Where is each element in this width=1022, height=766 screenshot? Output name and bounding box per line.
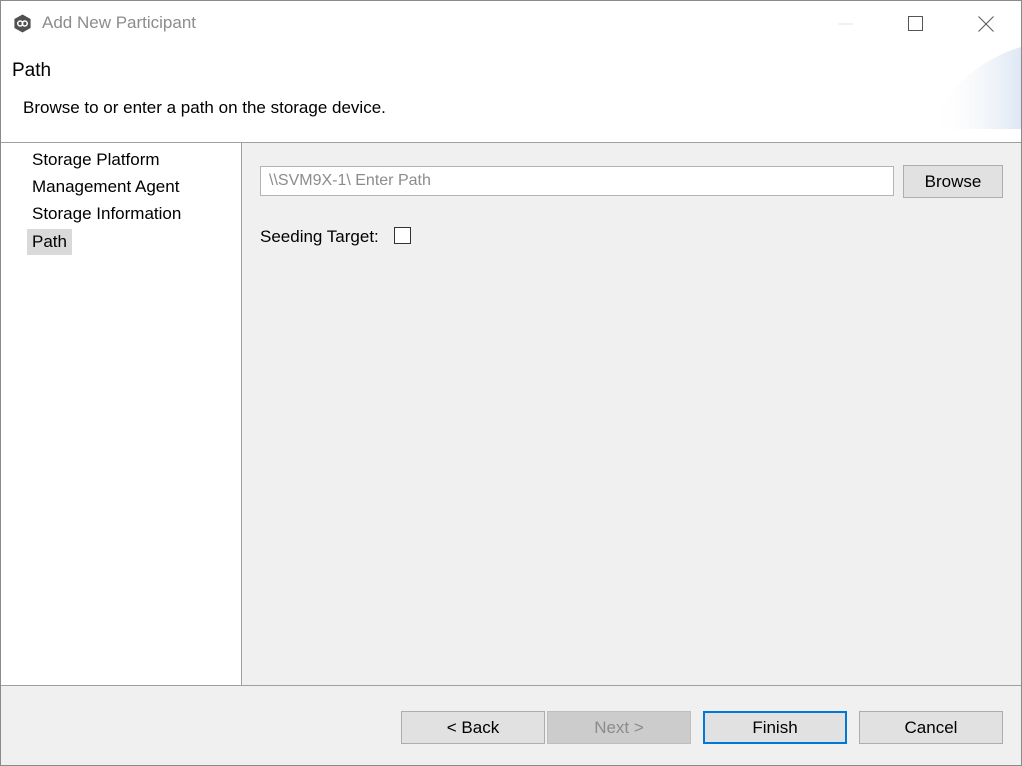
participant-logo-icon xyxy=(14,14,31,33)
close-icon xyxy=(978,16,994,32)
nav-item-storage-information[interactable]: Storage Information xyxy=(27,201,186,227)
finish-button[interactable]: Finish xyxy=(703,711,847,744)
back-button[interactable]: < Back xyxy=(401,711,545,744)
maximize-button[interactable] xyxy=(881,1,951,47)
page-description: Browse to or enter a path on the storage… xyxy=(23,98,386,117)
minimize-button[interactable] xyxy=(811,1,881,47)
cancel-button[interactable]: Cancel xyxy=(859,711,1003,744)
minimize-icon xyxy=(838,23,853,25)
close-button[interactable] xyxy=(951,1,1021,47)
wizard-header: Path Browse to or enter a path on the st… xyxy=(1,47,1021,143)
title-bar: Add New Participant xyxy=(1,1,1021,47)
window-title: Add New Participant xyxy=(42,13,197,32)
add-participant-dialog: Add New Participant Path Browse to or en… xyxy=(0,0,1022,766)
nav-item-storage-platform[interactable]: Storage Platform xyxy=(27,147,165,173)
seeding-target-checkbox[interactable] xyxy=(394,227,411,244)
path-input[interactable] xyxy=(260,166,894,196)
next-button[interactable]: Next > xyxy=(547,711,691,744)
page-title: Path xyxy=(12,60,52,81)
path-content-pane: Browse Seeding Target: xyxy=(242,143,1021,685)
maximize-icon xyxy=(908,16,923,31)
header-decoration xyxy=(931,47,1021,129)
wizard-footer: < Back Next > Finish Cancel xyxy=(1,685,1021,765)
wizard-steps-nav: Storage Platform Management Agent Storag… xyxy=(1,143,242,685)
nav-item-management-agent[interactable]: Management Agent xyxy=(27,174,184,200)
nav-item-path[interactable]: Path xyxy=(27,229,72,255)
seeding-target-label: Seeding Target: xyxy=(260,227,379,246)
browse-button[interactable]: Browse xyxy=(903,165,1003,198)
